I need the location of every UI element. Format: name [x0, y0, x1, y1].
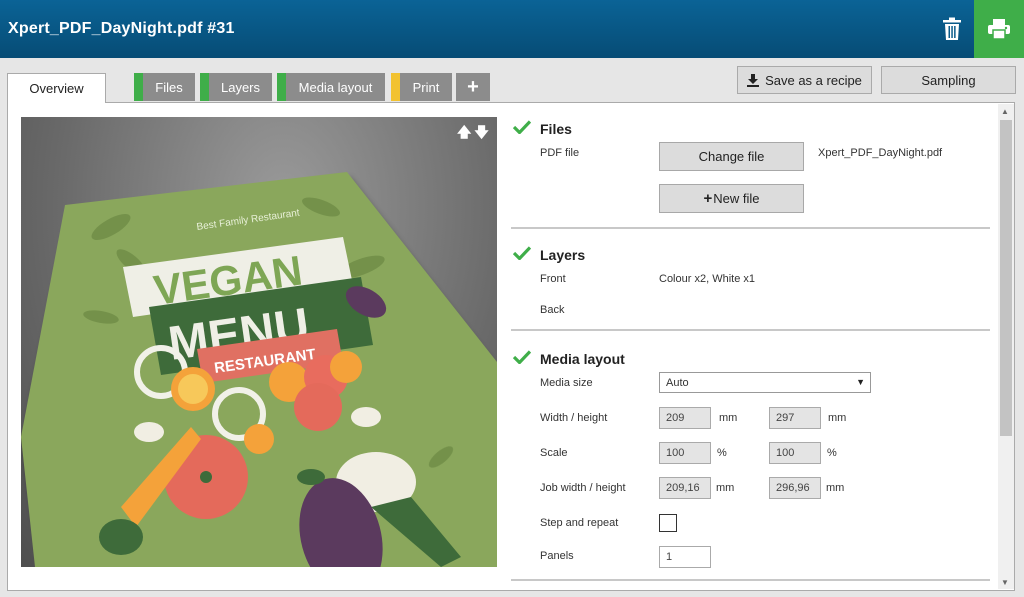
new-file-button[interactable]: + New file	[659, 184, 804, 213]
sampling-button[interactable]: Sampling	[881, 66, 1016, 94]
job-height-unit: mm	[826, 482, 845, 494]
width-unit: mm	[719, 412, 738, 424]
scale-y-input[interactable]: 100	[769, 442, 821, 464]
save-as-recipe-label: Save as a recipe	[765, 72, 862, 88]
change-file-button[interactable]: Change file	[659, 142, 804, 171]
files-section-title: Files	[540, 121, 572, 137]
width-input[interactable]: 209	[659, 407, 711, 429]
tab-print[interactable]: Print	[391, 73, 452, 101]
vertical-scrollbar[interactable]: ▲ ▼	[998, 104, 1014, 589]
check-icon	[513, 120, 531, 134]
height-unit: mm	[828, 412, 847, 424]
sort-arrows-icon[interactable]: 🡅🡇	[457, 122, 492, 146]
status-stripe	[277, 73, 286, 101]
scroll-up-icon[interactable]: ▲	[1001, 107, 1009, 116]
check-icon	[513, 246, 531, 260]
scale-y-unit: %	[827, 447, 837, 459]
download-icon	[747, 73, 760, 87]
tab-layers[interactable]: Layers	[200, 73, 272, 101]
add-tab-button[interactable]: +	[456, 73, 490, 101]
sampling-label: Sampling	[921, 72, 976, 88]
pdf-filename: Xpert_PDF_DayNight.pdf	[818, 147, 943, 159]
scale-x-unit: %	[717, 447, 727, 459]
tab-overview[interactable]: Overview	[7, 73, 106, 103]
step-and-repeat-label: Step and repeat	[540, 517, 619, 529]
new-file-label: New file	[713, 191, 760, 206]
section-divider	[511, 227, 990, 229]
layers-section-title: Layers	[540, 247, 586, 263]
tab-media-layout[interactable]: Media layout	[277, 73, 385, 101]
printer-icon	[988, 19, 1010, 40]
plus-icon: +	[467, 75, 479, 98]
job-width-unit: mm	[716, 482, 735, 494]
print-button[interactable]	[974, 0, 1024, 58]
window-title: Xpert_PDF_DayNight.pdf #31	[8, 20, 235, 37]
pdf-preview-image: Best Family Restaurant VEGAN MENU RESTAU…	[21, 117, 497, 567]
caret-down-icon: ▼	[856, 377, 865, 387]
pdf-file-label: PDF file	[540, 147, 580, 159]
front-value: Colour x2, White x1	[659, 273, 755, 285]
trash-icon	[943, 17, 961, 40]
status-stripe	[200, 73, 209, 101]
job-width-input[interactable]: 209,16	[659, 477, 711, 499]
panels-input[interactable]: 1	[659, 546, 711, 568]
scroll-down-icon[interactable]: ▼	[1001, 578, 1009, 587]
scrollbar-thumb[interactable]	[1000, 120, 1012, 436]
scale-x-input[interactable]: 100	[659, 442, 711, 464]
media-size-select[interactable]: Auto ▼	[659, 372, 871, 393]
media-size-label: Media size	[540, 377, 593, 389]
title-bar: Xpert_PDF_DayNight.pdf #31	[0, 0, 1024, 58]
section-divider	[511, 579, 990, 581]
plus-icon: +	[703, 190, 713, 207]
tab-layers-label: Layers	[220, 79, 261, 95]
front-label: Front	[540, 273, 566, 285]
panels-label: Panels	[540, 550, 574, 562]
job-height-input[interactable]: 296,96	[769, 477, 821, 499]
tab-files[interactable]: Files	[134, 73, 195, 101]
save-as-recipe-button[interactable]: Save as a recipe	[737, 66, 872, 94]
height-input[interactable]: 297	[769, 407, 821, 429]
section-divider	[511, 329, 990, 331]
back-label: Back	[540, 304, 565, 316]
delete-button[interactable]	[930, 0, 974, 58]
check-icon	[513, 350, 531, 364]
scale-label: Scale	[540, 447, 568, 459]
menu-preview-art: Best Family Restaurant VEGAN MENU RESTAU…	[21, 172, 497, 567]
status-stripe	[391, 73, 400, 101]
media-size-value: Auto	[666, 376, 689, 389]
width-height-label: Width / height	[540, 412, 608, 424]
tab-files-label: Files	[155, 79, 183, 95]
job-width-height-label: Job width / height	[540, 482, 626, 494]
status-stripe	[134, 73, 143, 101]
change-file-label: Change file	[698, 149, 765, 164]
tab-overview-label: Overview	[29, 81, 84, 96]
tab-media-layout-label: Media layout	[298, 79, 373, 95]
tab-print-label: Print	[412, 79, 440, 95]
media-layout-section-title: Media layout	[540, 351, 625, 367]
step-and-repeat-checkbox[interactable]	[659, 514, 677, 532]
